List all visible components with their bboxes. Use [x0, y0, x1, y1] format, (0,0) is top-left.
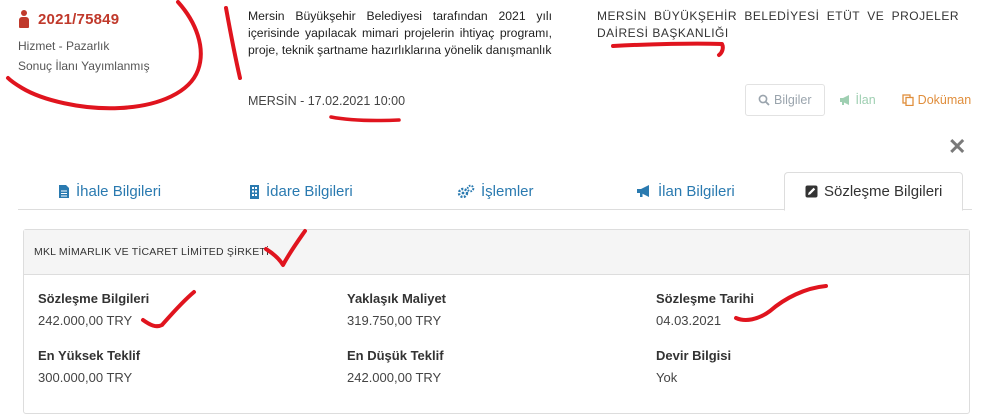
field-contract-info: Sözleşme Bilgileri 242.000,00 TRY [38, 291, 149, 328]
tab-islemler[interactable]: İşlemler [457, 172, 534, 210]
field-approx-cost: Yaklaşık Maliyet 319.750,00 TRY [347, 291, 446, 328]
tab-idare-bilgileri[interactable]: İdare Bilgileri [249, 172, 353, 210]
copy-icon [902, 94, 914, 106]
bullhorn-icon [637, 185, 649, 197]
field-value: Yok [656, 370, 678, 385]
tab-label: İlan Bilgileri [658, 182, 735, 200]
field-value: 300.000,00 TRY [38, 370, 133, 385]
field-value: 242.000,00 TRY [347, 370, 442, 385]
search-icon [758, 94, 770, 106]
field-contract-date: Sözleşme Tarihi 04.03.2021 [656, 291, 754, 328]
field-transfer-info: Devir Bilgisi Yok [656, 348, 731, 385]
contractor-company: MKL MİMARLIK VE TİCARET LİMİTED ŞİRKETİ [24, 230, 969, 275]
tab-ihale-bilgileri[interactable]: İhale Bilgileri [58, 172, 161, 210]
bilgiler-label: Bilgiler [774, 93, 812, 107]
tender-description: Mersin Büyükşehir Belediyesi tarafından … [248, 9, 552, 57]
dokuman-button[interactable]: Doküman [892, 84, 982, 116]
building-icon [250, 184, 259, 199]
user-icon [18, 10, 30, 28]
tab-label: İdare Bilgileri [266, 182, 353, 200]
ilan-button[interactable]: İlan [829, 84, 886, 116]
annotation-check-mark [224, 6, 242, 80]
tender-number-text: 2021/75849 [38, 10, 120, 28]
field-label: Sözleşme Tarihi [656, 291, 755, 306]
edit-icon [805, 185, 818, 198]
field-value: 319.750,00 TRY [347, 313, 442, 328]
gears-icon [457, 184, 475, 198]
tender-number: 2021/75849 [18, 10, 119, 28]
bilgiler-button[interactable]: Bilgiler [745, 84, 825, 116]
annotation-underline-mark [611, 41, 725, 57]
close-icon[interactable]: ✕ [948, 136, 966, 158]
field-lowest-bid: En Düşük Teklif 242.000,00 TRY [347, 348, 444, 385]
dokuman-label: Doküman [917, 93, 972, 107]
tab-ilan-bilgileri[interactable]: İlan Bilgileri [636, 172, 735, 210]
field-label: En Düşük Teklif [347, 348, 444, 363]
tender-type: Hizmet - Pazarlık [18, 39, 110, 53]
bullhorn-icon [839, 95, 849, 105]
header-actions: Bilgiler İlan Doküman [745, 84, 981, 116]
tab-label: Sözleşme Bilgileri [824, 183, 943, 200]
field-label: Yaklaşık Maliyet [347, 291, 447, 306]
annotation-underline-mark [329, 115, 401, 123]
field-value: 242.000,00 TRY [38, 313, 133, 328]
field-label: En Yüksek Teklif [38, 348, 141, 363]
file-icon [59, 184, 69, 198]
tender-place-date: MERSİN - 17.02.2021 10:00 [248, 94, 406, 108]
tender-status: Sonuç İlanı Yayımlanmış [18, 59, 150, 73]
ilan-label: İlan [855, 93, 876, 107]
contract-panel: MKL MİMARLIK VE TİCARET LİMİTED ŞİRKETİ … [23, 229, 970, 414]
field-highest-bid: En Yüksek Teklif 300.000,00 TRY [38, 348, 140, 385]
tab-label: İhale Bilgileri [76, 182, 162, 200]
tab-label: İşlemler [481, 182, 534, 200]
field-label: Sözleşme Bilgileri [38, 291, 150, 306]
tab-bar: İhale Bilgileri İdare Bilgileri İşlemler… [18, 172, 972, 211]
field-label: Devir Bilgisi [656, 348, 732, 363]
tab-sozlesme-bilgileri[interactable]: Sözleşme Bilgileri [784, 172, 964, 211]
tender-authority: MERSİN BÜYÜKŞEHİR BELEDİYESİ ETÜT VE PRO… [597, 9, 959, 40]
field-value: 04.03.2021 [656, 313, 722, 328]
